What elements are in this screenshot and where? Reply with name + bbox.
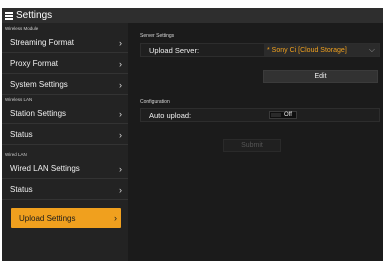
- chevron-down-icon: ⌵: [368, 45, 375, 54]
- sidebar-item-upload-settings[interactable]: Upload Settings ›: [11, 208, 121, 228]
- sidebar-item-streaming-format[interactable]: Streaming Format ›: [2, 33, 128, 53]
- chevron-right-icon: ›: [119, 59, 122, 69]
- group-label-wired-lan: Wired LAN: [5, 152, 27, 157]
- sidebar-item-label: Proxy Format: [10, 59, 59, 68]
- section-label-configuration: Configuration: [140, 99, 170, 105]
- submit-button[interactable]: Submit: [223, 139, 281, 152]
- sidebar-item-wired-status[interactable]: Status ›: [2, 180, 128, 200]
- chevron-right-icon: ›: [119, 38, 122, 48]
- frame: Settings Wireless Module Streaming Forma…: [0, 0, 385, 263]
- sidebar-item-wired-lan-settings[interactable]: Wired LAN Settings ›: [2, 159, 128, 179]
- title-bar: Settings: [2, 8, 383, 23]
- upload-server-label: Upload Server:: [149, 45, 200, 55]
- sidebar-item-label: Streaming Format: [10, 38, 75, 47]
- sidebar: Wireless Module Streaming Format › Proxy…: [2, 23, 128, 261]
- sidebar-item-station-settings[interactable]: Station Settings ›: [2, 104, 128, 124]
- group-label-wireless-module: Wireless Module: [5, 26, 39, 31]
- edit-button[interactable]: Edit: [263, 70, 378, 83]
- chevron-right-icon: ›: [119, 80, 122, 90]
- upload-server-select[interactable]: * Sony Ci [Cloud Storage] ⌵: [264, 44, 379, 56]
- section-label-server-settings: Server Settings: [140, 33, 175, 39]
- upload-server-value: * Sony Ci [Cloud Storage]: [267, 46, 347, 54]
- sidebar-item-label: Upload Settings: [19, 213, 76, 223]
- chevron-right-icon: ›: [119, 130, 122, 140]
- main-panel: Server Settings Upload Server: * Sony Ci…: [128, 23, 383, 261]
- auto-upload-toggle[interactable]: Off: [269, 111, 297, 119]
- hamburger-menu-icon[interactable]: [5, 11, 13, 20]
- chevron-right-icon: ›: [119, 185, 122, 195]
- sidebar-item-label: Station Settings: [10, 109, 67, 118]
- chevron-right-icon: ›: [119, 109, 122, 119]
- chevron-right-icon: ›: [119, 164, 122, 174]
- upload-server-row: Upload Server: * Sony Ci [Cloud Storage]…: [140, 43, 380, 57]
- group-label-wireless-lan: Wireless LAN: [5, 97, 33, 102]
- toggle-knob: [271, 113, 281, 117]
- sidebar-item-label: Status: [10, 185, 33, 194]
- auto-upload-row: Auto upload: Off: [140, 108, 380, 122]
- sidebar-item-system-settings[interactable]: System Settings ›: [2, 75, 128, 95]
- settings-screen: Settings Wireless Module Streaming Forma…: [2, 8, 383, 261]
- auto-upload-label: Auto upload:: [149, 110, 192, 120]
- sidebar-item-wireless-status[interactable]: Status ›: [2, 125, 128, 145]
- sidebar-item-label: Status: [10, 130, 33, 139]
- sidebar-item-label: Wired LAN Settings: [10, 164, 80, 173]
- auto-upload-state: Off: [284, 112, 292, 118]
- window-title: Settings: [16, 10, 53, 21]
- chevron-right-icon: ›: [114, 213, 117, 223]
- sidebar-item-label: System Settings: [10, 80, 68, 89]
- sidebar-item-proxy-format[interactable]: Proxy Format ›: [2, 54, 128, 74]
